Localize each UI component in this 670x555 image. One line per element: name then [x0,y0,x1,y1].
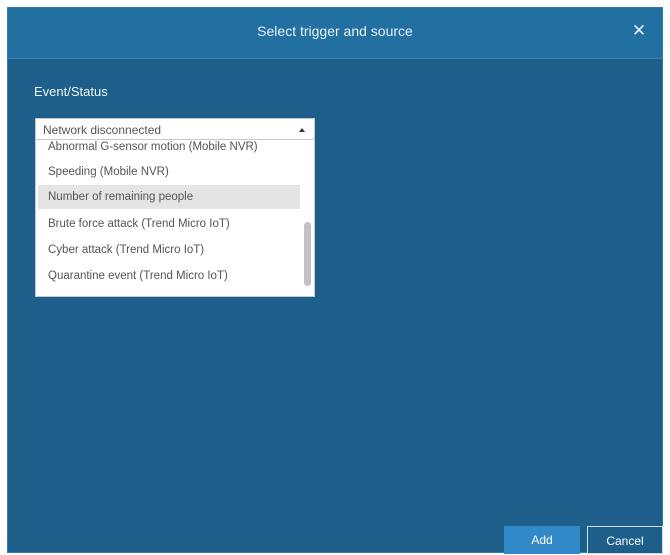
event-status-dropdown-list: Abnormal G-sensor motion (Mobile NVR) Sp… [35,140,315,297]
add-button[interactable]: Add [504,526,580,554]
dialog-title: Select trigger and source [257,23,413,39]
cancel-button[interactable]: Cancel [587,526,663,554]
option-speeding[interactable]: Speeding (Mobile NVR) [38,160,300,184]
close-icon[interactable]: ✕ [628,20,650,42]
option-abnormal-g-sensor[interactable]: Abnormal G-sensor motion (Mobile NVR) [38,140,300,159]
dropdown-scrollbar-thumb[interactable] [304,222,311,286]
event-status-selected-value: Network disconnected [43,123,162,137]
event-status-label: Event/Status [34,84,108,99]
event-status-select[interactable]: Network disconnected [35,118,315,140]
dialog-titlebar: Select trigger and source ✕ [8,8,662,59]
select-trigger-dialog: Select trigger and source ✕ Event/Status… [7,7,663,554]
option-brute-force-attack[interactable]: Brute force attack (Trend Micro IoT) [38,212,300,236]
option-number-of-remaining-people[interactable]: Number of remaining people [38,185,300,209]
option-cyber-attack[interactable]: Cyber attack (Trend Micro IoT) [38,238,300,262]
option-quarantine-event[interactable]: Quarantine event (Trend Micro IoT) [38,264,300,288]
caret-up-icon [299,128,305,132]
